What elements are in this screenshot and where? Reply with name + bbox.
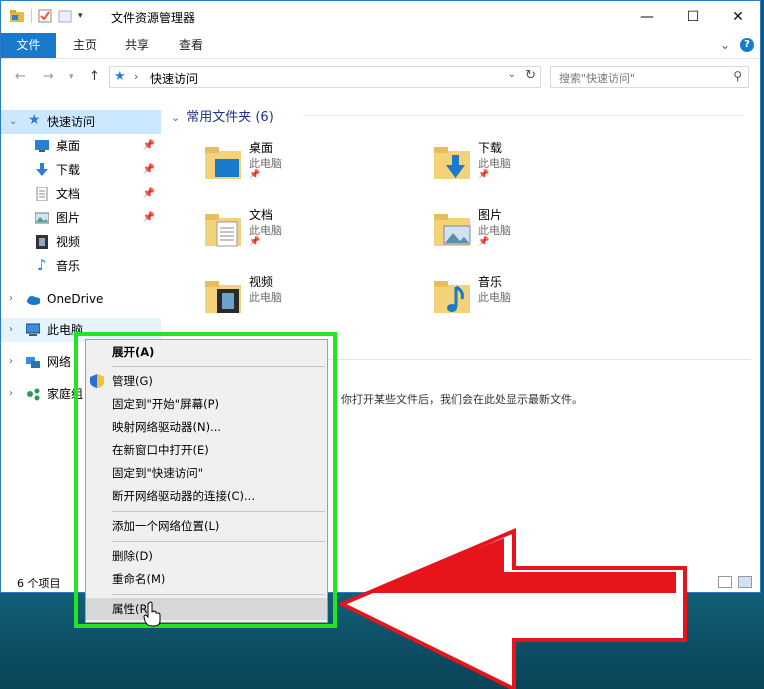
menu-item-map-drive[interactable]: 映射网络驱动器(N)... (86, 416, 327, 438)
menu-item-rename[interactable]: 重命名(M) (86, 568, 327, 590)
arrow-fill (372, 538, 676, 593)
hand-cursor-icon (143, 601, 161, 627)
menu-separator (112, 541, 325, 542)
menu-item-properties[interactable]: 属性(R) (86, 598, 327, 620)
menu-item-open-new-window[interactable]: 在新窗口中打开(E) (86, 439, 327, 461)
shield-icon (90, 374, 104, 388)
arrow-outline (337, 527, 687, 689)
menu-item-disconnect-drive[interactable]: 断开网络驱动器的连接(C)... (86, 485, 327, 507)
menu-item-delete[interactable]: 删除(D) (86, 545, 327, 567)
context-menu: 展开(A) 管理(G) 固定到"开始"屏幕(P) 映射网络驱动器(N)... 在… (85, 339, 328, 623)
menu-item-add-network-location[interactable]: 添加一个网络位置(L) (86, 515, 327, 537)
menu-item-pin-start[interactable]: 固定到"开始"屏幕(P) (86, 393, 327, 415)
menu-item-pin-quick-access[interactable]: 固定到"快速访问" (86, 462, 327, 484)
menu-item-expand[interactable]: 展开(A) (86, 341, 327, 363)
menu-separator (112, 511, 325, 512)
menu-separator (112, 594, 325, 595)
menu-item-manage[interactable]: 管理(G) (86, 370, 327, 392)
menu-separator (112, 366, 325, 367)
